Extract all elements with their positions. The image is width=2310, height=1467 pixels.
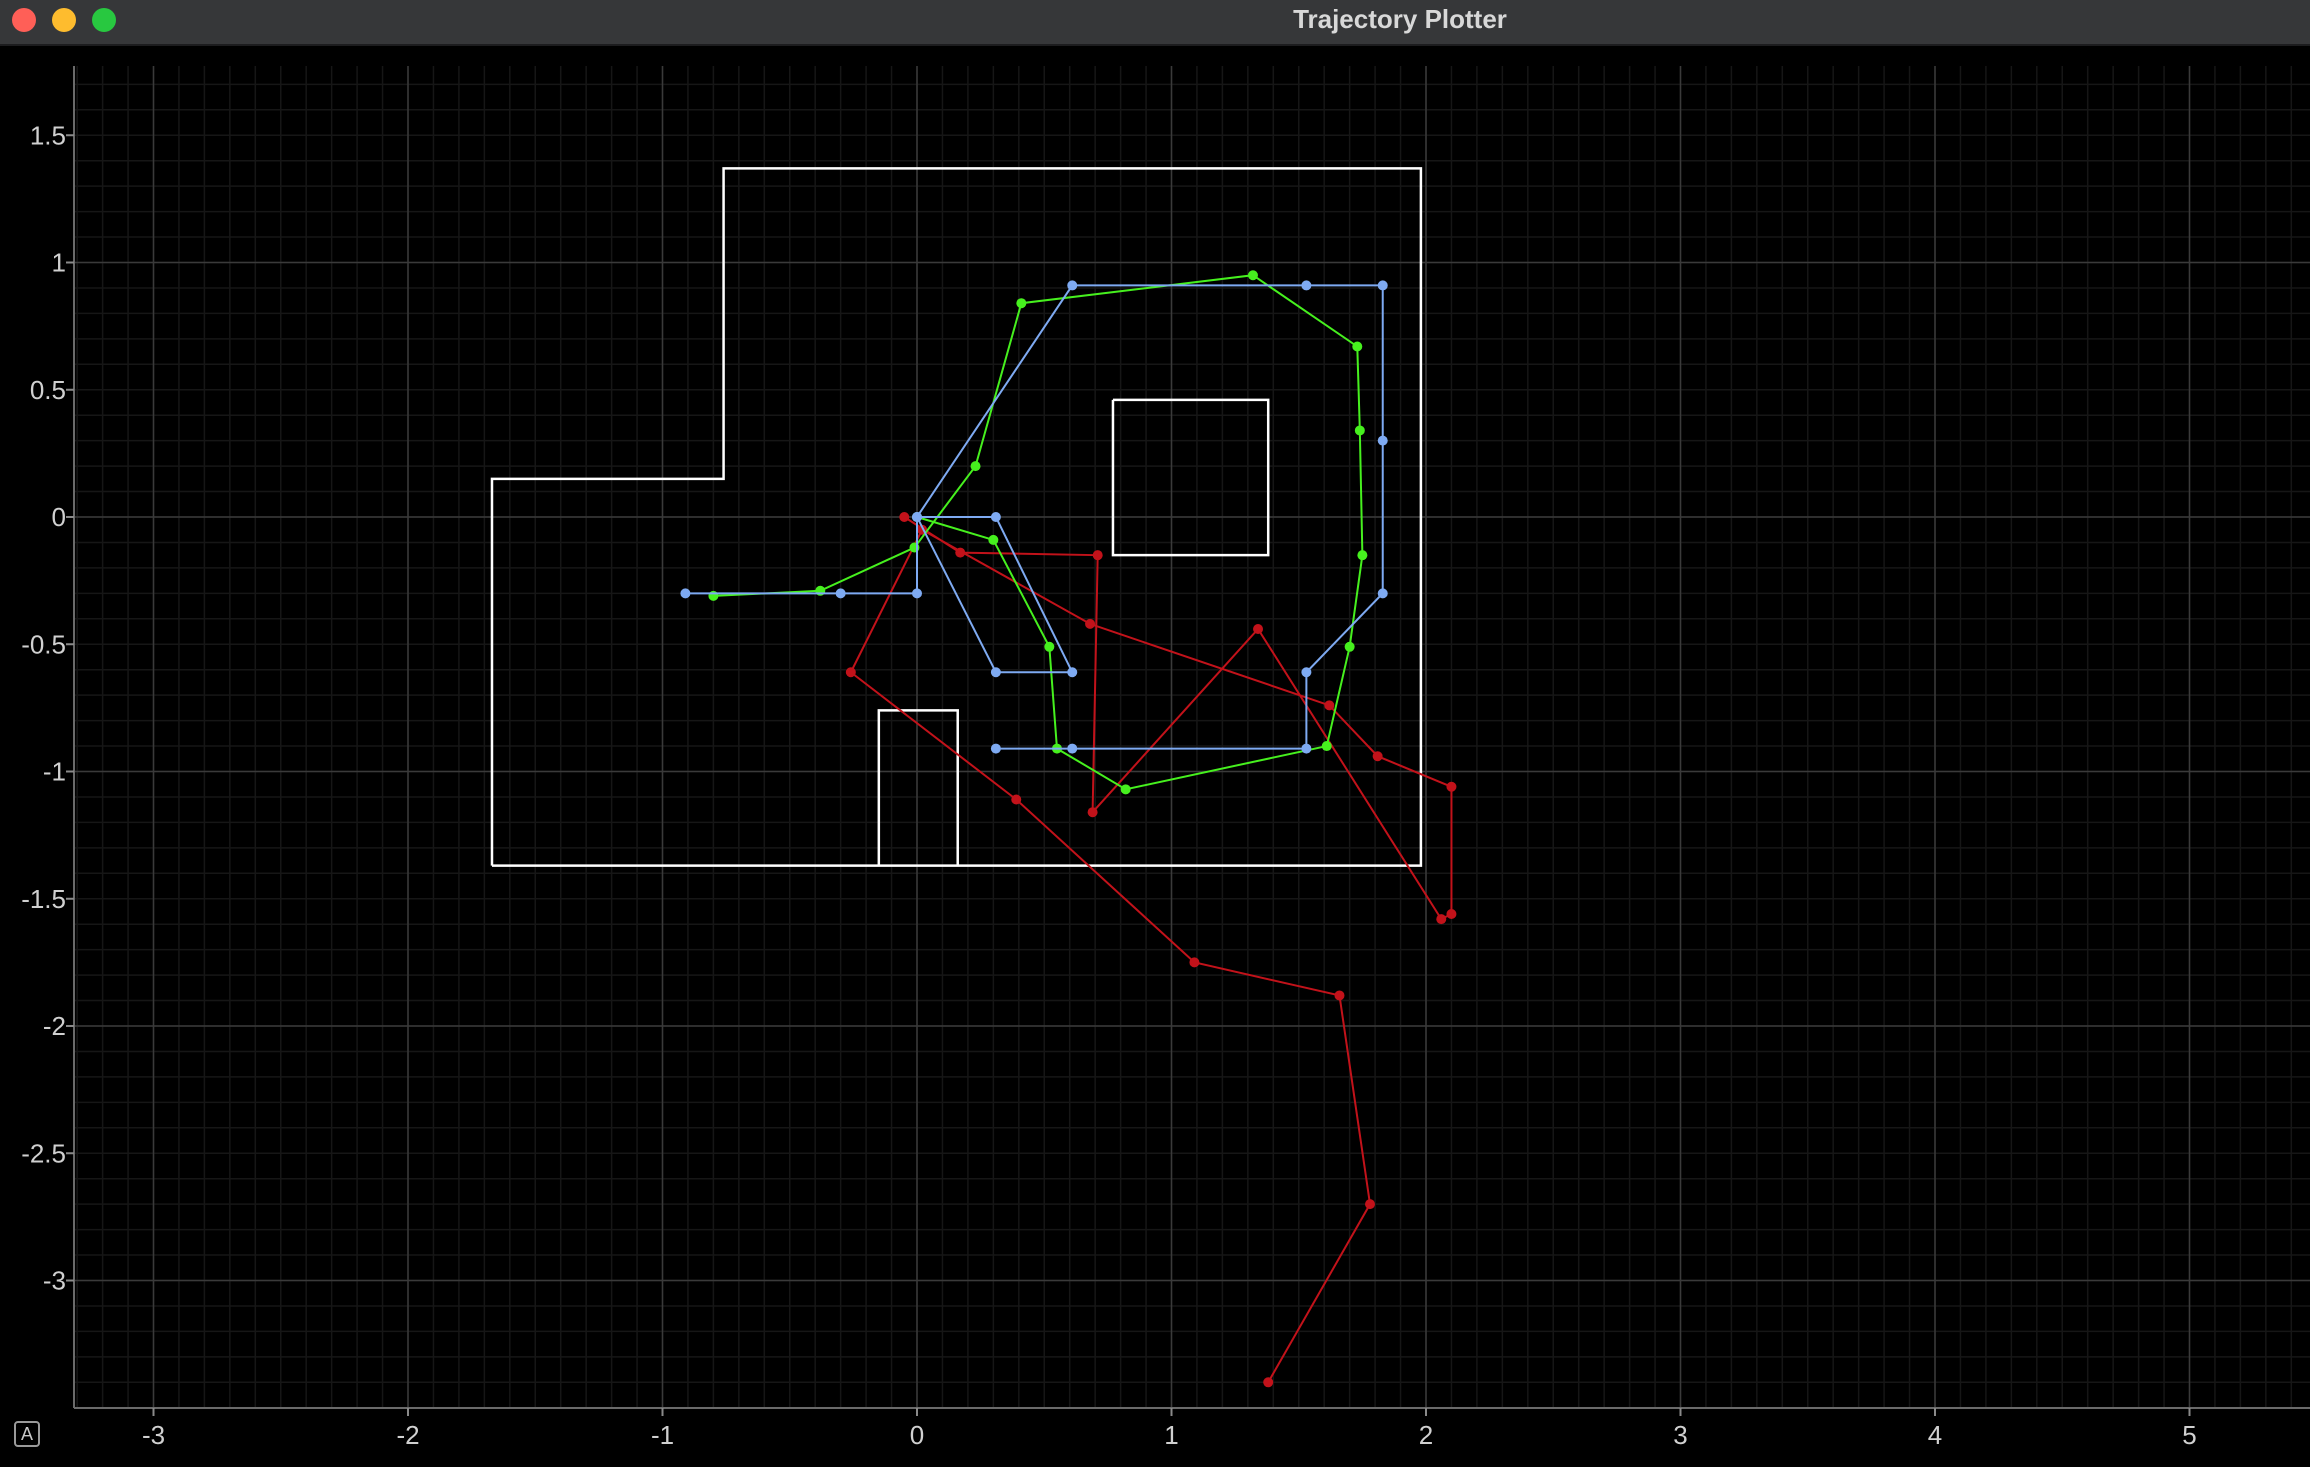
green-trajectory-point <box>1321 741 1332 752</box>
plot-area[interactable]: -3 -2 -1 0 1 2 3 4 5 1.5 1 0.5 0 -0.5 -1 -1.5 -2 -2.5 -3 <box>0 46 2310 1462</box>
blue-trajectory-point <box>1067 743 1078 754</box>
window-title: Trajectory Plotter <box>1293 4 1507 34</box>
red-trajectory-point <box>1446 781 1457 792</box>
x-tick-label: -3 <box>142 1420 165 1450</box>
red-trajectory-point <box>1334 990 1345 1001</box>
blue-trajectory-point <box>680 588 691 599</box>
blue-trajectory-point <box>1301 280 1312 291</box>
red-trajectory-point <box>1365 1199 1376 1210</box>
red-trajectory-point <box>1372 751 1383 762</box>
red-trajectory-point <box>845 667 856 678</box>
red-trajectory-point <box>1092 550 1103 561</box>
blue-trajectory-point <box>835 588 846 599</box>
wall-outline <box>877 709 959 866</box>
y-tick-label: -1 <box>43 757 66 787</box>
title-bar: Trajectory Plotter <box>0 0 2310 46</box>
x-tick-label: 1 <box>1164 1420 1178 1450</box>
y-tick-label: -2.5 <box>21 1138 66 1168</box>
y-tick-label: 0.5 <box>30 375 66 405</box>
x-tick-label: 2 <box>1419 1420 1433 1450</box>
y-tick-label: 1.5 <box>30 120 66 150</box>
red-trajectory-point <box>899 512 910 522</box>
x-tick-label: 4 <box>1928 1420 1942 1450</box>
blue-trajectory-point <box>1301 743 1312 754</box>
red-trajectory-point <box>955 547 966 558</box>
red-trajectory-point <box>1436 914 1447 925</box>
red-trajectory-point <box>1085 618 1096 629</box>
blue-trajectory-point <box>1377 280 1388 291</box>
green-trajectory-point <box>1016 298 1027 309</box>
green-trajectory-point <box>1044 641 1055 652</box>
red-trajectory-point <box>1087 807 1098 818</box>
x-tick-label: 3 <box>1673 1420 1687 1450</box>
blue-trajectory-point <box>1067 667 1078 678</box>
green-trajectory-point <box>1354 425 1365 436</box>
blue-trajectory-point <box>1377 588 1388 599</box>
green-trajectory-point <box>1120 784 1131 795</box>
blue-trajectory-point <box>1067 280 1078 291</box>
x-tick-label: 5 <box>2182 1420 2196 1450</box>
y-tick-label: -2 <box>43 1011 66 1041</box>
x-tick-label: 0 <box>910 1420 924 1450</box>
green-trajectory-line <box>713 274 1364 791</box>
y-tick-label: -3 <box>43 1266 66 1296</box>
red-trajectory-point <box>1253 623 1264 634</box>
blue-trajectory-point <box>1377 435 1388 446</box>
green-trajectory-point <box>1357 550 1368 561</box>
x-tick-label: -2 <box>396 1420 419 1450</box>
green-trajectory-point <box>1352 341 1363 352</box>
blue-trajectory-point <box>1301 667 1312 678</box>
x-tick-label: -1 <box>651 1420 674 1450</box>
green-trajectory-point <box>1344 641 1355 652</box>
y-tick-label: -1.5 <box>21 884 66 914</box>
blue-trajectory-point <box>912 588 922 599</box>
wall-outline <box>1111 398 1270 557</box>
blue-trajectory-point <box>990 512 1001 522</box>
red-trajectory-point <box>1011 794 1022 805</box>
y-tick-label: 0 <box>52 502 66 532</box>
auto-range-button[interactable]: A <box>14 1421 40 1447</box>
y-tick-label: 1 <box>52 248 66 278</box>
blue-trajectory-point <box>990 743 1001 754</box>
green-trajectory-point <box>988 534 999 545</box>
red-trajectory-point <box>1189 957 1200 968</box>
y-tick-label: -0.5 <box>21 629 66 659</box>
red-trajectory-point <box>1324 700 1335 711</box>
blue-trajectory-point <box>912 512 922 522</box>
trajectory-chart[interactable]: -3 -2 -1 0 1 2 3 4 5 1.5 1 0.5 0 -0.5 -1 -1.5 -2 -2.5 -3 <box>0 46 2310 1462</box>
red-trajectory-point <box>1263 1377 1274 1388</box>
blue-trajectory-point <box>990 667 1001 678</box>
green-trajectory-point <box>1247 270 1258 281</box>
green-trajectory-point <box>970 461 981 472</box>
red-trajectory-point <box>1446 909 1457 920</box>
